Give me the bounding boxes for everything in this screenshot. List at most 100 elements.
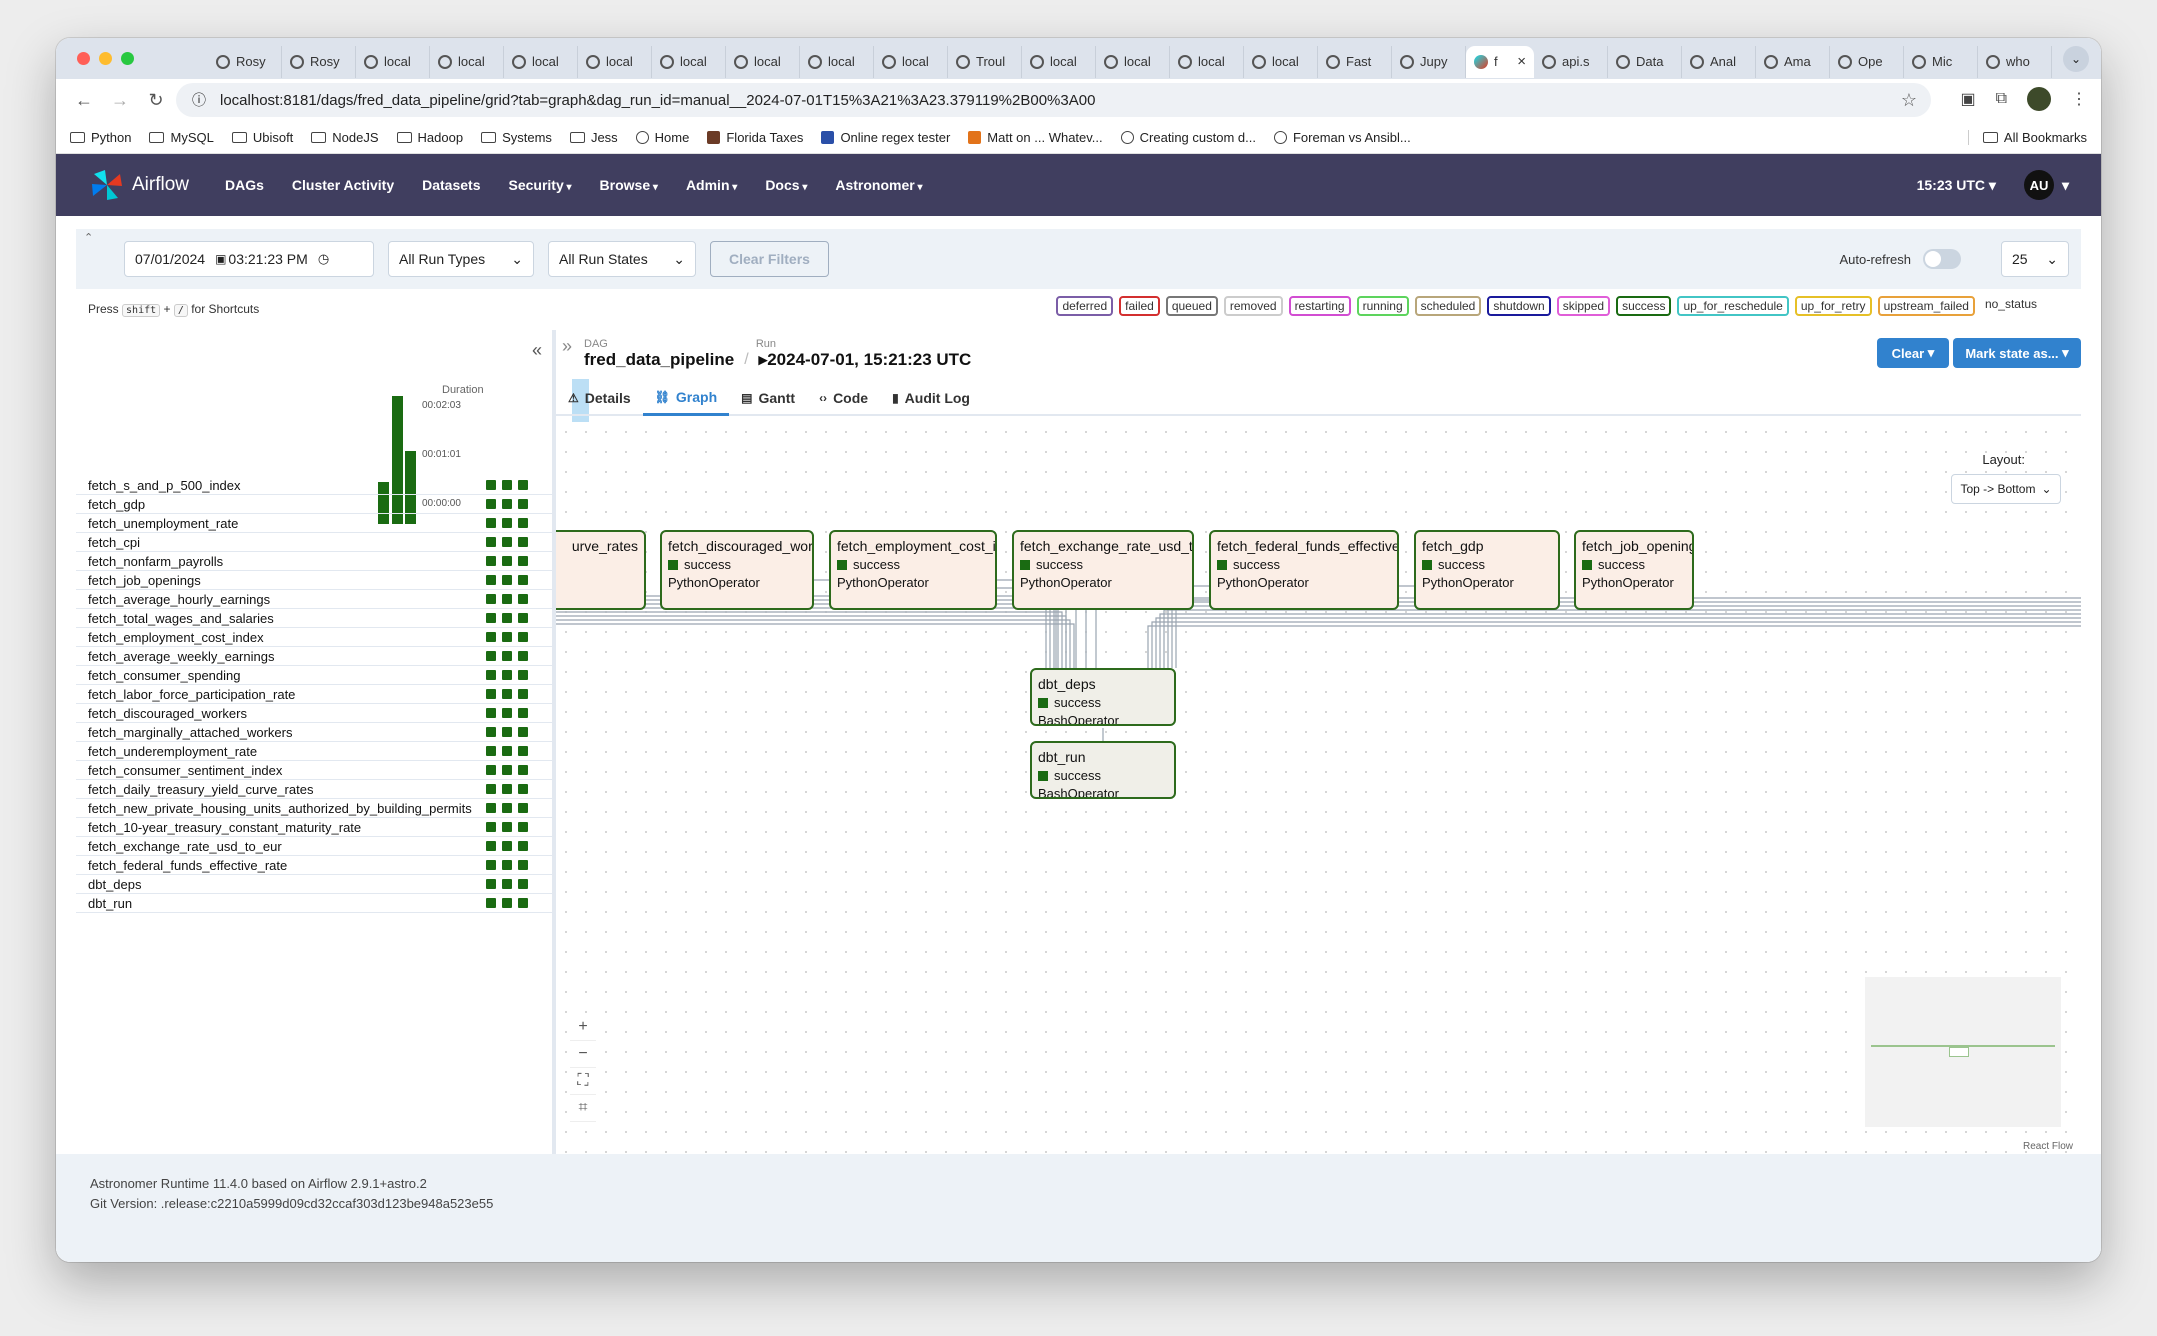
task-instance-success[interactable] <box>502 822 512 832</box>
browser-tab[interactable]: Anal <box>1682 45 1756 78</box>
bookmark-item[interactable]: Ubisoft <box>231 130 293 145</box>
auto-refresh-toggle[interactable] <box>1923 249 1961 269</box>
task-instance-success[interactable] <box>486 537 496 547</box>
task-instance-success[interactable] <box>502 632 512 642</box>
task-instance-success[interactable] <box>502 898 512 908</box>
task-instance-success[interactable] <box>518 708 528 718</box>
legend-restarting[interactable]: restarting <box>1288 296 1351 316</box>
task-row[interactable]: fetch_new_private_housing_units_authoriz… <box>76 799 552 818</box>
task-instance-success[interactable] <box>502 803 512 813</box>
graph-node-dbt_run[interactable]: dbt_run success BashOperator <box>1030 741 1176 799</box>
browser-tab[interactable]: Data <box>1608 45 1682 78</box>
task-row[interactable]: fetch_cpi <box>76 533 552 552</box>
task-instance-success[interactable] <box>486 803 496 813</box>
task-instance-success[interactable] <box>518 651 528 661</box>
task-instance-success[interactable] <box>486 784 496 794</box>
task-instance-success[interactable] <box>518 518 528 528</box>
browser-tab[interactable]: local <box>1022 45 1096 78</box>
tab-details[interactable]: ⚠ Details <box>556 380 643 416</box>
browser-tab[interactable]: Fast <box>1318 45 1392 78</box>
site-info-icon[interactable]: ⓘ <box>192 90 206 110</box>
browser-tab[interactable]: local <box>504 45 578 78</box>
graph-node-urve_rates[interactable]: urve_rates <box>556 530 646 610</box>
task-instance-success[interactable] <box>486 746 496 756</box>
lock-view-icon[interactable]: ⌗ <box>570 1095 596 1122</box>
tab-audit-log[interactable]: ▮ Audit Log <box>880 380 982 416</box>
task-row[interactable]: fetch_job_openings <box>76 571 552 590</box>
browser-tab[interactable]: Troul <box>948 45 1022 78</box>
address-bar[interactable]: ⓘ localhost:8181/dags/fred_data_pipeline… <box>176 83 1931 117</box>
collapse-filters-icon[interactable]: ⌃ <box>84 231 93 244</box>
task-row[interactable]: fetch_labor_force_participation_rate <box>76 685 552 704</box>
bookmark-item[interactable]: Hadoop <box>396 130 463 145</box>
task-instance-success[interactable] <box>502 765 512 775</box>
fit-view-icon[interactable]: ⛶ <box>570 1068 596 1095</box>
page-size-select[interactable]: 25 ⌄ <box>2001 241 2069 277</box>
task-instance-success[interactable] <box>486 898 496 908</box>
close-window-button[interactable] <box>77 52 90 65</box>
legend-running[interactable]: running <box>1356 296 1409 316</box>
task-instance-success[interactable] <box>502 746 512 756</box>
task-instance-success[interactable] <box>502 689 512 699</box>
task-row[interactable]: fetch_average_weekly_earnings <box>76 647 552 666</box>
task-instance-success[interactable] <box>518 499 528 509</box>
task-instance-success[interactable] <box>518 689 528 699</box>
task-instance-success[interactable] <box>502 594 512 604</box>
browser-tab[interactable]: Rosy <box>282 45 356 78</box>
graph-node-dbt_deps[interactable]: dbt_deps success BashOperator <box>1030 668 1176 726</box>
airflow-logo[interactable]: Airflow <box>90 168 189 202</box>
mark-state-button[interactable]: Mark state as... ▾ <box>1953 338 2081 368</box>
task-instance-success[interactable] <box>486 765 496 775</box>
legend-no_status[interactable]: no_status <box>1981 296 2041 316</box>
nav-admin[interactable]: Admin ▾ <box>686 177 737 193</box>
forward-icon[interactable]: → <box>102 90 138 111</box>
browser-tab[interactable]: local <box>356 45 430 78</box>
browser-tab[interactable]: local <box>874 45 948 78</box>
legend-upstream_failed[interactable]: upstream_failed <box>1877 296 1975 316</box>
task-instance-success[interactable] <box>486 518 496 528</box>
task-row[interactable]: fetch_exchange_rate_usd_to_eur <box>76 837 552 856</box>
execution-date-picker[interactable]: 07/01/2024 ▣ 03:21:23 PM ◷ <box>124 241 374 277</box>
browser-tab[interactable]: local <box>800 45 874 78</box>
bookmark-item[interactable]: MySQL <box>149 130 214 145</box>
task-instance-success[interactable] <box>518 670 528 680</box>
task-instance-success[interactable] <box>518 898 528 908</box>
nav-security[interactable]: Security ▾ <box>508 177 571 193</box>
task-instance-success[interactable] <box>502 537 512 547</box>
task-instance-success[interactable] <box>502 860 512 870</box>
task-instance-success[interactable] <box>486 594 496 604</box>
task-row[interactable]: fetch_daily_treasury_yield_curve_rates <box>76 780 552 799</box>
task-instance-success[interactable] <box>486 879 496 889</box>
bookmark-item[interactable]: Foreman vs Ansibl... <box>1273 130 1411 145</box>
task-instance-success[interactable] <box>486 822 496 832</box>
task-instance-success[interactable] <box>518 784 528 794</box>
back-icon[interactable]: ← <box>66 90 102 111</box>
browser-tab[interactable]: api.s <box>1534 45 1608 78</box>
task-instance-success[interactable] <box>486 613 496 623</box>
legend-up_for_retry[interactable]: up_for_retry <box>1794 296 1872 316</box>
run-states-select[interactable]: All Run States ⌄ <box>548 241 696 277</box>
legend-failed[interactable]: failed <box>1119 296 1160 316</box>
zoom-in-icon[interactable]: + <box>570 1014 596 1041</box>
task-instance-success[interactable] <box>502 841 512 851</box>
bookmark-item[interactable]: Home <box>635 130 689 145</box>
profile-avatar[interactable] <box>2027 87 2051 111</box>
task-row[interactable]: dbt_deps <box>76 875 552 894</box>
task-row[interactable]: fetch_10-year_treasury_constant_maturity… <box>76 818 552 837</box>
dag-id-link[interactable]: fred_data_pipeline <box>584 350 734 370</box>
task-row[interactable]: fetch_gdp <box>76 495 552 514</box>
browser-tab[interactable]: Ama <box>1756 45 1830 78</box>
task-instance-success[interactable] <box>518 860 528 870</box>
task-row[interactable]: fetch_consumer_sentiment_index <box>76 761 552 780</box>
react-flow-attribution[interactable]: React Flow <box>2023 1141 2073 1152</box>
task-row[interactable]: fetch_unemployment_rate <box>76 514 552 533</box>
nav-docs[interactable]: Docs ▾ <box>765 177 807 193</box>
task-instance-success[interactable] <box>518 879 528 889</box>
legend-queued[interactable]: queued <box>1165 296 1218 316</box>
browser-tab[interactable]: local <box>1170 45 1244 78</box>
legend-success[interactable]: success <box>1616 296 1672 316</box>
bookmark-item[interactable]: Online regex tester <box>821 130 950 145</box>
minimap[interactable] <box>1865 977 2061 1127</box>
bookmark-item[interactable]: Jess <box>569 130 618 145</box>
task-instance-success[interactable] <box>518 727 528 737</box>
